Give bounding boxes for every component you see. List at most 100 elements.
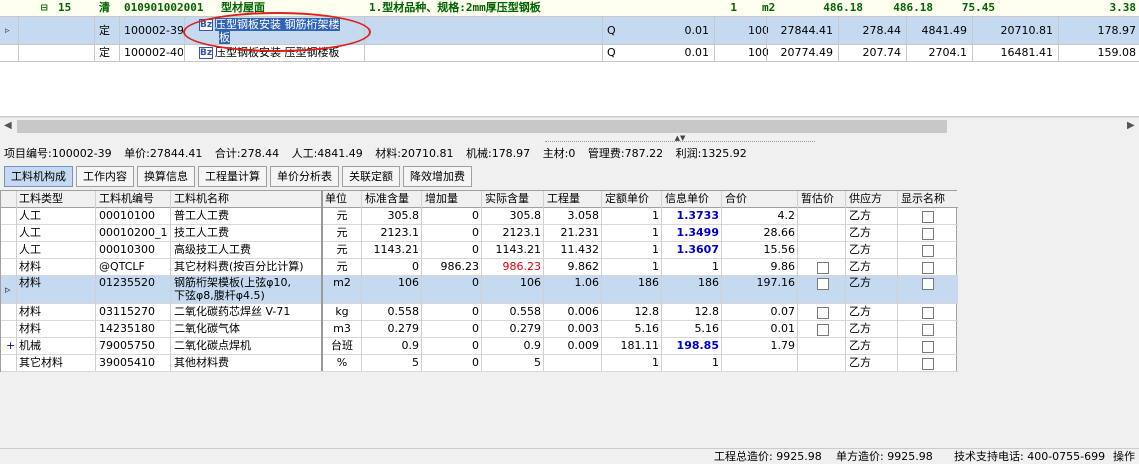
- tab-unit-price-analysis[interactable]: 单价分析表: [270, 166, 339, 187]
- cell-supplier[interactable]: 乙方: [847, 259, 897, 275]
- quota-code: 100002-39: [124, 24, 183, 37]
- grid-divider: [714, 17, 715, 62]
- scrollbar-thumb[interactable]: [17, 120, 947, 133]
- cell-add-amount: 0: [472, 209, 479, 222]
- cell-name[interactable]: 钢筋桁架模板(上弦φ10, 下弦φ8,腹杆φ4.5): [172, 276, 320, 303]
- show-name-checkbox[interactable]: [922, 357, 934, 370]
- show-name-checkbox[interactable]: [922, 323, 934, 336]
- show-name-checkbox[interactable]: [922, 340, 934, 353]
- cell-quota-price: 1: [652, 209, 659, 222]
- tab-work-content[interactable]: 工作内容: [76, 166, 134, 187]
- col-header-quantity[interactable]: 工程量: [545, 191, 601, 207]
- cell-name[interactable]: 其他材料费: [172, 355, 320, 371]
- panel-splitter[interactable]: ▲▼: [545, 134, 815, 142]
- grid-divider: [481, 191, 482, 371]
- cell-code: 14235180: [99, 322, 155, 335]
- cell-unit: 元: [336, 209, 348, 222]
- quota-name-cell[interactable]: Bz 压型钢板安装 压型钢楼板: [196, 45, 366, 61]
- cell-name[interactable]: 二氧化碳药芯焊丝 V-71: [172, 304, 320, 320]
- horizontal-scrollbar[interactable]: ◀ ▶: [0, 117, 1139, 134]
- cell-temp-price: [815, 276, 835, 303]
- expand-toggle[interactable]: +: [4, 338, 16, 354]
- quota-row-selected[interactable]: ▹ 定 100002-39 Bz 压型钢板安装 钢筋桁架楼 板 Q 0.01 10…: [0, 17, 1139, 45]
- col-header-quota-price[interactable]: 定额单价: [603, 191, 661, 207]
- tab-related-quota[interactable]: 关联定额: [342, 166, 400, 187]
- grid-divider: [602, 17, 603, 62]
- row-type: 清: [99, 1, 110, 14]
- col-header-actual-amount[interactable]: 实际含量: [483, 191, 543, 207]
- col-header-temp-price[interactable]: 暂估价: [799, 191, 845, 207]
- col-header-info-price[interactable]: 信息单价: [663, 191, 721, 207]
- temp-price-checkbox[interactable]: [817, 277, 829, 290]
- grid-divider: [321, 191, 323, 371]
- col-header-total[interactable]: 合价: [723, 191, 797, 207]
- table-row[interactable]: 人工 00010300 高级技工人工费 元 1143.21 0 1143.21 11.432 1…: [1, 242, 958, 259]
- cell-supplier[interactable]: 乙方: [847, 276, 897, 303]
- temp-price-checkbox[interactable]: [817, 323, 829, 336]
- cell-show-name: [920, 259, 940, 275]
- tab-quantity-calc[interactable]: 工程量计算: [198, 166, 267, 187]
- tab-efficiency-fee[interactable]: 降效增加费: [403, 166, 472, 187]
- table-row[interactable]: 材料 03115270 二氧化碳药芯焊丝 V-71 kg 0.558 0 0.558 0.00…: [1, 304, 958, 321]
- table-row[interactable]: 人工 00010100 普工人工费 元 305.8 0 305.8 3.058 1 1.3733 4…: [1, 208, 958, 225]
- col-header-unit[interactable]: 单位: [323, 191, 361, 207]
- cell-name[interactable]: 高级技工人工费: [172, 242, 320, 258]
- scroll-left-icon[interactable]: ◀: [4, 120, 12, 131]
- cell-std-amount: 0.558: [387, 305, 420, 318]
- collapse-toggle[interactable]: ⊟: [38, 0, 54, 16]
- cell-quantity: 11.432: [560, 243, 600, 256]
- tab-material-composition[interactable]: 工料机构成: [4, 166, 73, 187]
- col-header-name[interactable]: 工料机名称: [172, 191, 320, 207]
- bill-item-row[interactable]: ⊟ 15 清 010901002001 型材屋面 1.型材品种、规格:2mm厚压…: [0, 0, 1139, 17]
- col-header-supplier[interactable]: 供应方: [847, 191, 897, 207]
- table-row[interactable]: 人工 00010200_1 技工人工费 元 2123.1 0 2123.1 21.231 1 1.…: [1, 225, 958, 242]
- temp-price-checkbox[interactable]: [817, 261, 829, 274]
- cell-add-amount: 0: [472, 226, 479, 239]
- quota-value-4: 20710.81: [1000, 24, 1054, 37]
- col-header-code[interactable]: 工料机编号: [97, 191, 159, 207]
- col-header-show-name[interactable]: 显示名称: [899, 191, 957, 207]
- cell-name[interactable]: 技工人工费: [172, 225, 320, 241]
- cell-supplier[interactable]: 乙方: [847, 321, 897, 337]
- cell-name[interactable]: 二氧化碳气体: [172, 321, 320, 337]
- show-name-checkbox[interactable]: [922, 227, 934, 240]
- cell-add-amount: 0: [472, 305, 479, 318]
- cell-name[interactable]: 普工人工费: [172, 208, 320, 224]
- table-row[interactable]: + 机械 79005750 二氧化碳点焊机 台班 0.9 0 0.9 0.009 181.11 19…: [1, 338, 958, 355]
- grid-divider: [94, 17, 95, 62]
- cell-supplier[interactable]: 乙方: [847, 242, 897, 258]
- show-name-checkbox[interactable]: [922, 244, 934, 257]
- temp-price-checkbox[interactable]: [817, 306, 829, 319]
- cell-supplier[interactable]: 乙方: [847, 304, 897, 320]
- table-row[interactable]: 材料 14235180 二氧化碳气体 m3 0.279 0 0.279 0.003 5.16 5.…: [1, 321, 958, 338]
- cell-code: 01235520: [99, 276, 155, 289]
- cell-info-price: 12.8: [694, 305, 720, 318]
- table-row[interactable]: 其它材料 39005410 其他材料费% 5 0 5 1 1 乙方: [1, 355, 958, 372]
- col-header-add-amount[interactable]: 增加量: [423, 191, 481, 207]
- show-name-checkbox[interactable]: [922, 277, 934, 290]
- show-name-checkbox[interactable]: [922, 261, 934, 274]
- quota-name-cell[interactable]: Bz 压型钢板安装 钢筋桁架楼 板: [196, 17, 366, 44]
- quota-row[interactable]: 定 100002-40 Bz压型钢板安装 压型钢楼板 Q 0.01 100m2 …: [0, 45, 1139, 62]
- show-name-checkbox[interactable]: [922, 306, 934, 319]
- quota-qty: 0.01: [684, 46, 710, 59]
- show-name-checkbox[interactable]: [922, 210, 934, 223]
- scroll-right-icon[interactable]: ▶: [1127, 120, 1135, 131]
- col-header-type[interactable]: 工料类型: [17, 191, 95, 207]
- cell-std-amount: 0.279: [387, 322, 420, 335]
- table-row[interactable]: ▹ 材料 01235520 钢筋桁架模板(上弦φ10, 下弦φ8,腹杆φ4.5) m2 10…: [1, 276, 958, 304]
- col-header-std-amount[interactable]: 标准含量: [363, 191, 421, 207]
- cell-name[interactable]: 二氧化碳点焊机: [172, 338, 320, 354]
- table-row[interactable]: 材料 @QTCLF 其它材料费(按百分比计算) 元 0 986.23 986.23 9.862…: [1, 259, 958, 276]
- tab-conversion-info[interactable]: 换算信息: [137, 166, 195, 187]
- cell-show-name: [920, 355, 940, 371]
- cell-supplier[interactable]: 乙方: [847, 338, 897, 354]
- cell-supplier[interactable]: 乙方: [847, 208, 897, 224]
- cell-supplier[interactable]: 乙方: [847, 225, 897, 241]
- status-operate[interactable]: 操作: [1113, 449, 1135, 464]
- cell-std-amount: 5: [412, 356, 419, 369]
- cell-name[interactable]: 其它材料费(按百分比计算): [172, 259, 320, 275]
- summary-management: 管理费:787.22: [587, 147, 664, 160]
- quota-name: 压型钢板安装 压型钢楼板: [215, 46, 340, 59]
- cell-supplier[interactable]: 乙方: [847, 355, 897, 371]
